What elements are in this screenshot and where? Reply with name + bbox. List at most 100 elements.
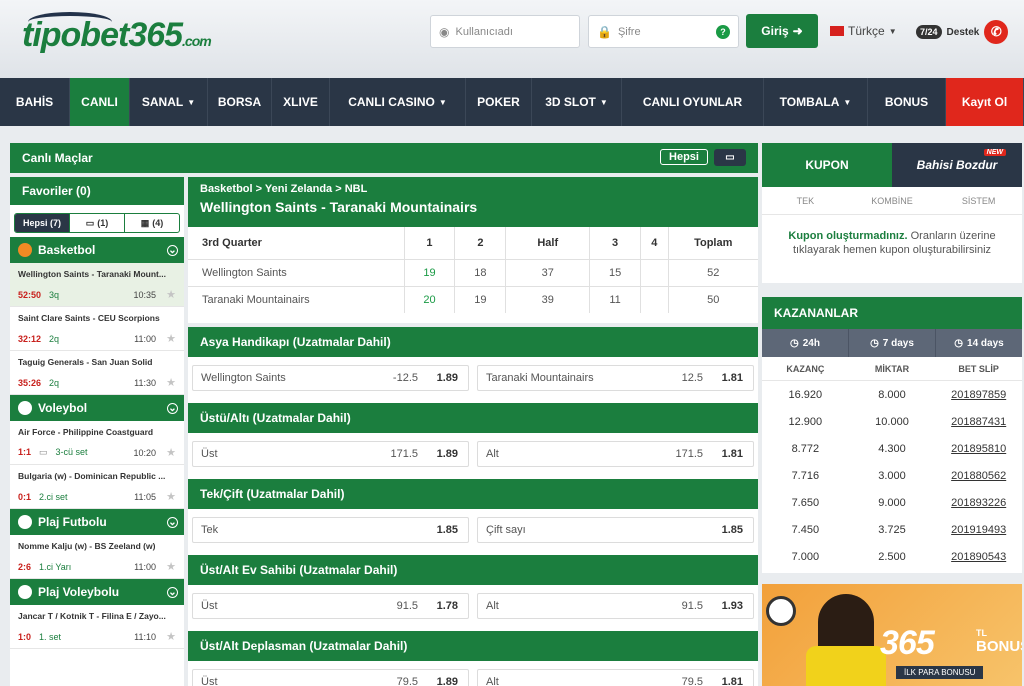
main-nav: BAHİS CANLI SANAL ▼ BORSA XLIVE CANLI CAS… bbox=[0, 78, 1024, 126]
bet-slip-link[interactable]: 201880562 bbox=[935, 462, 1022, 489]
list-item[interactable]: Bulgaria (w) - Dominican Republic ... 0:… bbox=[10, 465, 184, 509]
sidebar: Favoriler (0) Hepsi (7) ▭ (1) ▦ (4) Basket… bbox=[10, 177, 184, 686]
stats-icon: ▦ bbox=[140, 217, 150, 228]
list-item[interactable]: Wellington Saints - Taranaki Mount... 52… bbox=[10, 263, 184, 307]
filter-all[interactable]: Hepsi (7) bbox=[15, 214, 70, 232]
table-row: 7.450 3.725 201919493 bbox=[762, 516, 1022, 543]
coupon-empty-message: Kupon oluşturmadınız. Oranların üzerine … bbox=[762, 215, 1022, 283]
nav-canli-casino[interactable]: CANLI CASINO ▼ bbox=[330, 78, 466, 126]
bet-slip-link[interactable]: 201890543 bbox=[935, 543, 1022, 570]
soccer-ball-icon bbox=[766, 596, 796, 626]
volleyball-icon bbox=[18, 401, 32, 415]
nav-tombala[interactable]: TOMBALA ▼ bbox=[764, 78, 868, 126]
sport-voleybol[interactable]: Voleybol ⌄ bbox=[10, 395, 184, 421]
chevron-down-icon: ⌄ bbox=[167, 402, 178, 414]
nav-canli[interactable]: CANLI bbox=[70, 78, 130, 126]
scoreboard: 3rd Quarter 1 2 Half 3 4 Toplam Wellingt… bbox=[188, 227, 758, 323]
password-field[interactable]: 🔒 Şifre ? bbox=[588, 15, 739, 48]
list-item[interactable]: Nomme Kalju (w) - BS Zeeland (w) 2:6 1.ci… bbox=[10, 535, 184, 579]
star-icon[interactable]: ★ bbox=[166, 630, 176, 643]
odd-button[interactable]: Alt 171.5 1.81 bbox=[477, 441, 754, 467]
filter-stats[interactable]: ▦ (4) bbox=[125, 214, 179, 232]
odd-button[interactable]: Tek 1.85 bbox=[192, 517, 469, 543]
bet-slip-link[interactable]: 201887431 bbox=[935, 408, 1022, 435]
username-field[interactable]: ◉ Kullanıcıadı bbox=[430, 15, 580, 48]
login-button[interactable]: Giriş ➜ bbox=[746, 14, 818, 48]
bet-slip-link[interactable]: 201919493 bbox=[935, 516, 1022, 543]
nav-canli-oyunlar[interactable]: CANLI OYUNLAR bbox=[622, 78, 764, 126]
star-icon[interactable]: ★ bbox=[166, 560, 176, 573]
sport-basketbol[interactable]: Basketbol ⌄ bbox=[10, 237, 184, 263]
new-badge: NEW bbox=[983, 149, 1006, 156]
star-icon[interactable]: ★ bbox=[166, 332, 176, 345]
odd-button[interactable]: Üst 171.5 1.89 bbox=[192, 441, 469, 467]
favorites-header[interactable]: Favoriler (0) bbox=[10, 177, 184, 205]
tab-14-days[interactable]: ◷ 14 days bbox=[936, 329, 1022, 357]
support-icon: ✆ bbox=[984, 20, 1009, 44]
nav-register[interactable]: Kayıt Ol bbox=[946, 78, 1024, 126]
table-row: 12.900 10.000 201887431 bbox=[762, 408, 1022, 435]
basketball-icon bbox=[18, 243, 32, 257]
breadcrumb-item[interactable]: Yeni Zelanda bbox=[265, 183, 332, 195]
sport-plaj-voleybolu[interactable]: Plaj Voleybolu ⌄ bbox=[10, 579, 184, 605]
tab-7-days[interactable]: ◷ 7 days bbox=[849, 329, 936, 357]
all-button[interactable]: Hepsi bbox=[660, 149, 708, 165]
odd-button[interactable]: Wellington Saints -12.5 1.89 bbox=[192, 365, 469, 391]
nav-bonus[interactable]: BONUS bbox=[868, 78, 946, 126]
type-kombine[interactable]: KOMBİNE bbox=[849, 187, 936, 214]
tab-cashout[interactable]: Bahisi Bozdur NEW bbox=[892, 143, 1022, 187]
star-icon[interactable]: ★ bbox=[166, 490, 176, 503]
table-row: Wellington Saints 19 18 37 15 52 bbox=[188, 258, 758, 286]
list-item[interactable]: Saint Clare Saints - CEU Scorpions 32:12… bbox=[10, 307, 184, 351]
help-icon[interactable]: ? bbox=[716, 24, 730, 39]
tv-icon[interactable]: ▭ bbox=[714, 149, 746, 166]
turkish-flag-icon bbox=[830, 26, 844, 36]
list-item[interactable]: Jancar T / Kotnik T - Filina E / Zayo...… bbox=[10, 605, 184, 649]
odd-button[interactable]: Taranaki Mountainairs 12.5 1.81 bbox=[477, 365, 754, 391]
market-header[interactable]: Tek/Çift (Uzatmalar Dahil) bbox=[188, 479, 758, 509]
coupon-types: TEK KOMBİNE SİSTEM bbox=[762, 187, 1022, 215]
nav-sanal[interactable]: SANAL ▼ bbox=[130, 78, 208, 126]
odd-button[interactable]: Üst 79.5 1.89 bbox=[192, 669, 469, 686]
language-selector[interactable]: Türkçe ▼ bbox=[830, 24, 897, 38]
nav-xlive[interactable]: XLIVE bbox=[272, 78, 330, 126]
bet-slip-link[interactable]: 201895810 bbox=[935, 435, 1022, 462]
support-link[interactable]: 7/24 Destek ✆ bbox=[916, 20, 1009, 44]
bet-slip-link[interactable]: 201897859 bbox=[935, 381, 1022, 408]
breadcrumb-item[interactable]: NBL bbox=[345, 183, 368, 195]
nav-3d-slot[interactable]: 3D SLOT ▼ bbox=[532, 78, 622, 126]
type-sistem[interactable]: SİSTEM bbox=[935, 187, 1022, 214]
star-icon[interactable]: ★ bbox=[166, 288, 176, 301]
support-label: Destek bbox=[946, 26, 980, 38]
market-header[interactable]: Asya Handikapı (Uzatmalar Dahil) bbox=[188, 327, 758, 357]
filter-tv[interactable]: ▭ (1) bbox=[70, 214, 125, 232]
star-icon[interactable]: ★ bbox=[166, 446, 176, 459]
logo[interactable]: tipobet365.com bbox=[22, 12, 212, 55]
bonus-banner[interactable]: 365 TL BONUS İLK PARA BONUSU bbox=[762, 584, 1022, 686]
market-odds: Wellington Saints -12.5 1.89 Taranaki Moun… bbox=[188, 357, 758, 403]
winners-panel: KAZANANLAR ◷ 24h ◷ 7 days ◷ 14 days KAZANÇ … bbox=[762, 297, 1022, 573]
list-item[interactable]: Taguig Generals - San Juan Solid 35:26 2q… bbox=[10, 351, 184, 395]
tab-kupon[interactable]: KUPON bbox=[762, 143, 892, 187]
odd-button[interactable]: Alt 91.5 1.93 bbox=[477, 593, 754, 619]
star-icon[interactable]: ★ bbox=[166, 376, 176, 389]
tab-24h[interactable]: ◷ 24h bbox=[762, 329, 849, 357]
nav-borsa[interactable]: BORSA bbox=[208, 78, 272, 126]
odd-button[interactable]: Üst 91.5 1.78 bbox=[192, 593, 469, 619]
breadcrumb-item[interactable]: Basketbol bbox=[200, 183, 253, 195]
nav-poker[interactable]: POKER bbox=[466, 78, 532, 126]
type-tek[interactable]: TEK bbox=[762, 187, 849, 214]
market-header[interactable]: Üstü/Altı (Uzatmalar Dahil) bbox=[188, 403, 758, 433]
caret-down-icon: ▼ bbox=[438, 97, 447, 107]
market-header[interactable]: Üst/Alt Ev Sahibi (Uzatmalar Dahil) bbox=[188, 555, 758, 585]
live-matches-title: Canlı Maçlar bbox=[22, 151, 93, 165]
banner-subtitle: İLK PARA BONUSU bbox=[896, 666, 984, 679]
match-title: Wellington Saints - Taranaki Mountainair… bbox=[200, 199, 478, 215]
sport-plaj-futbolu[interactable]: Plaj Futbolu ⌄ bbox=[10, 509, 184, 535]
market-header[interactable]: Üst/Alt Deplasman (Uzatmalar Dahil) bbox=[188, 631, 758, 661]
odd-button[interactable]: Çift sayı 1.85 bbox=[477, 517, 754, 543]
bet-slip-link[interactable]: 201893226 bbox=[935, 489, 1022, 516]
odd-button[interactable]: Alt 79.5 1.81 bbox=[477, 669, 754, 686]
list-item[interactable]: Air Force - Philippine Coastguard 1:1 ▭ 3-… bbox=[10, 421, 184, 465]
nav-bahis[interactable]: BAHİS bbox=[0, 78, 70, 126]
